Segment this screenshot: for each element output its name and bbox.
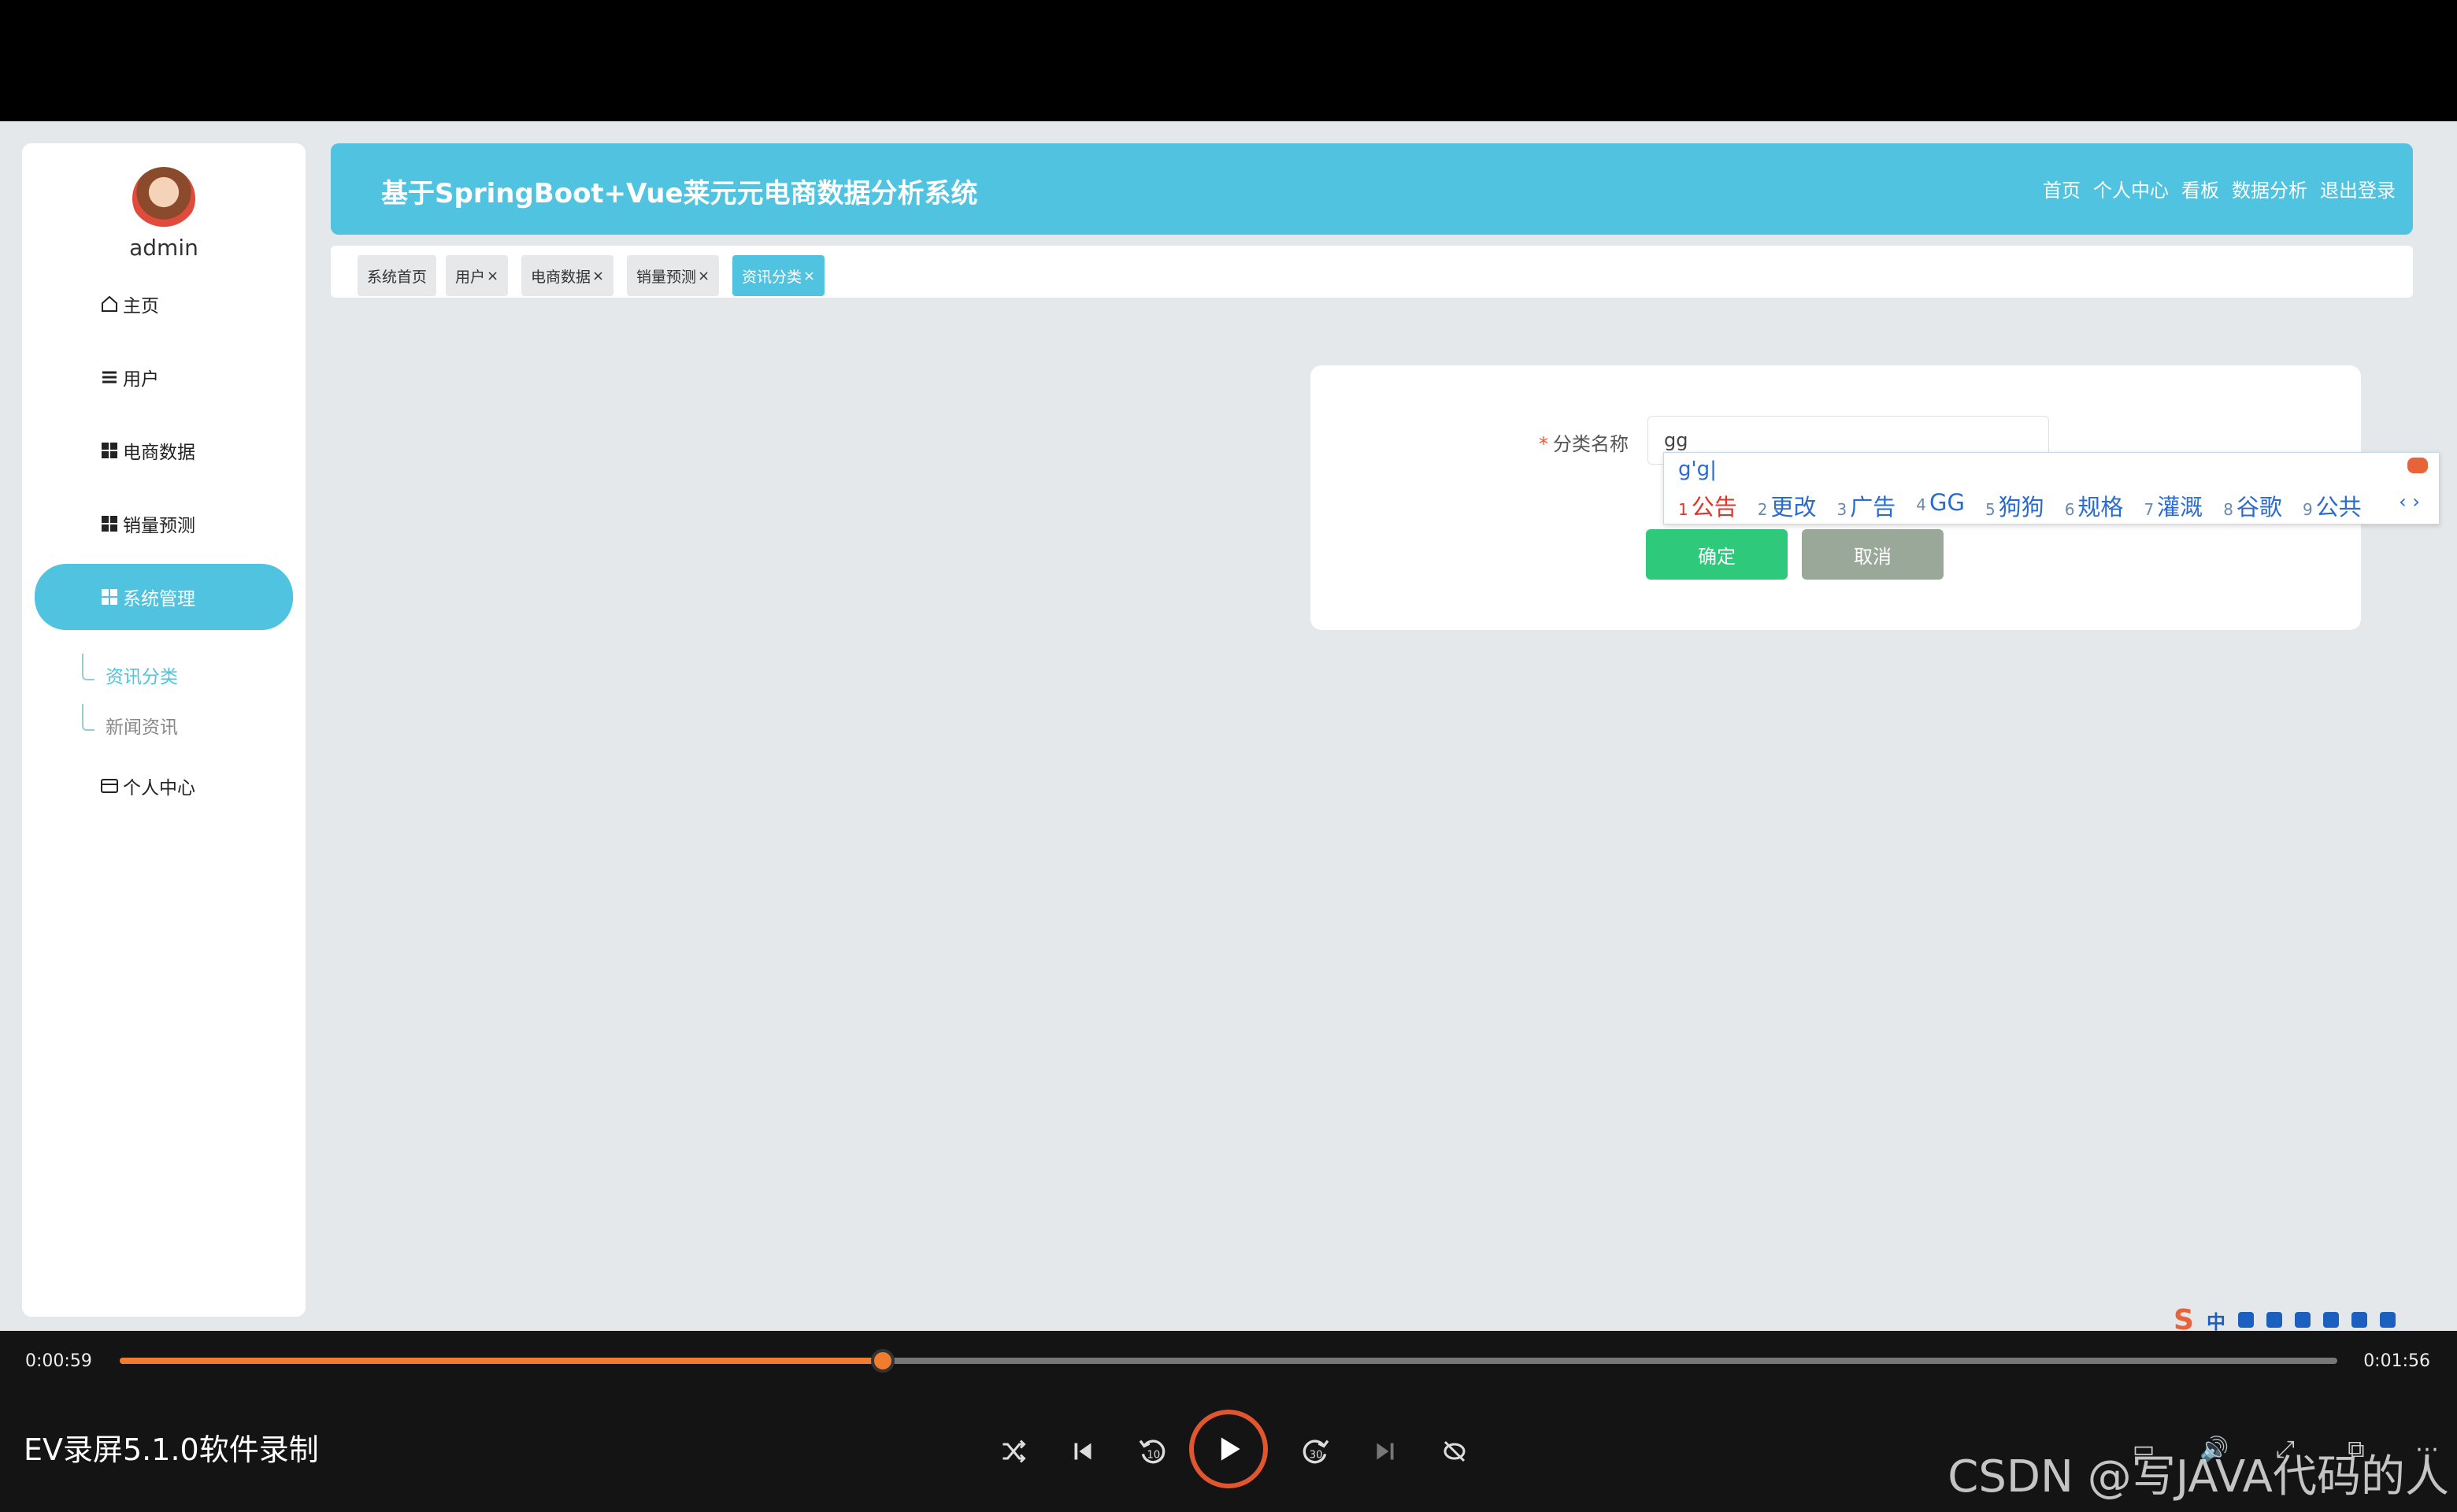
ime-candidate[interactable]: 1 公告 <box>1678 489 1737 522</box>
ime-composition: g'g| <box>1678 458 1717 481</box>
progress-track[interactable] <box>120 1349 2337 1373</box>
sidebar-subitem-news-category[interactable]: 资讯分类 <box>106 662 178 688</box>
page-title: 基于SpringBoot+Vue莱元元电商数据分析系统 <box>381 178 978 209</box>
header-nav: 首页 个人中心 看板 数据分析 退出登录 <box>2043 175 2396 202</box>
tab-label: 用户 <box>455 268 486 286</box>
nav-data-analysis[interactable]: 数据分析 <box>2232 175 2307 202</box>
moon-icon[interactable] <box>2237 1312 2254 1328</box>
ime-candidate[interactable]: 8 谷歌 <box>2223 489 2282 522</box>
shuffle-icon[interactable] <box>994 1432 1033 1471</box>
sidebar: admin 主页 用户 电商数据 销量预测 系统管理 资讯分类 新闻资讯 个人中… <box>22 143 306 1317</box>
sidebar-item-ecommerce-data[interactable]: 电商数据 <box>35 417 293 484</box>
sogou-logo-icon[interactable]: S <box>2174 1304 2194 1332</box>
sidebar-item-label: 个人中心 <box>123 778 195 799</box>
ime-candidate[interactable]: 9 公共 <box>2303 489 2362 522</box>
ime-candidate-list: 1 公告 2 更改 3 广告 4 GG 5 狗狗 6 规格 7 灌溉 8 谷歌 9 公共 <box>1678 489 2362 522</box>
close-icon[interactable]: × <box>592 268 604 284</box>
ime-candidate[interactable]: 4 GG <box>1916 489 1965 522</box>
player-title: EV录屏5.1.0软件录制 <box>24 1432 319 1467</box>
total-time: 0:01:56 <box>2363 1351 2430 1371</box>
nav-home[interactable]: 首页 <box>2043 175 2081 202</box>
ime-toolbar: S 中 <box>2174 1304 2457 1332</box>
loop-off-icon[interactable] <box>1435 1432 1474 1471</box>
grid-icon <box>99 513 120 534</box>
ime-candidate[interactable]: 6 规格 <box>2065 489 2124 522</box>
punctuation-icon[interactable] <box>2266 1312 2282 1328</box>
play-button[interactable] <box>1189 1410 1268 1488</box>
ime-page-arrows[interactable]: ‹ › <box>2399 491 2420 513</box>
input-value: gg <box>1664 429 1688 451</box>
forward-30-icon[interactable]: 30 <box>1296 1432 1336 1471</box>
sidebar-item-label: 主页 <box>123 296 159 317</box>
tab-label: 资讯分类 <box>742 268 802 286</box>
progress-fill <box>120 1358 883 1364</box>
sidebar-item-label: 销量预测 <box>123 516 195 536</box>
category-name-label: * 分类名称 <box>1539 428 1629 456</box>
cancel-button[interactable]: 取消 <box>1802 529 1944 580</box>
tab-label: 电商数据 <box>531 268 591 286</box>
tab-label: 销量预测 <box>636 268 697 286</box>
ime-candidate[interactable]: 2 更改 <box>1758 489 1817 522</box>
previous-icon[interactable] <box>1063 1432 1102 1471</box>
tree-connector <box>82 704 94 731</box>
sidebar-subitem-news[interactable]: 新闻资讯 <box>106 712 178 739</box>
sidebar-item-label: 用户 <box>123 369 159 390</box>
grid-icon <box>99 440 120 461</box>
ime-candidate[interactable]: 3 广告 <box>1837 489 1896 522</box>
ime-language-toggle[interactable]: 中 <box>2207 1306 2225 1332</box>
video-letterbox-top <box>0 0 2457 121</box>
label-text: 分类名称 <box>1553 433 1629 455</box>
sidebar-item-users[interactable]: 用户 <box>35 344 293 410</box>
svg-text:10: 10 <box>1147 1449 1160 1461</box>
tree-connector <box>82 654 94 680</box>
top-header: 基于SpringBoot+Vue莱元元电商数据分析系统 首页 个人中心 看板 数… <box>331 143 2413 235</box>
sidebar-item-sales-forecast[interactable]: 销量预测 <box>35 491 293 557</box>
home-icon <box>99 294 120 314</box>
sidebar-item-home[interactable]: 主页 <box>35 271 293 337</box>
video-player: 0:00:59 0:01:56 EV录屏5.1.0软件录制 10 30 ▭ 🔊 … <box>0 1331 2457 1512</box>
sidebar-item-label: 系统管理 <box>123 589 195 610</box>
ime-candidate-window: g'g| 1 公告 2 更改 3 广告 4 GG 5 狗狗 6 规格 7 灌溉 8 谷歌 9 公共… <box>1663 452 2440 524</box>
sidebar-item-label: 电商数据 <box>123 443 195 463</box>
ime-candidate[interactable]: 7 灌溉 <box>2144 489 2203 522</box>
confirm-button[interactable]: 确定 <box>1646 529 1788 580</box>
ime-logo-icon <box>2407 458 2428 473</box>
microphone-icon[interactable] <box>2294 1312 2311 1328</box>
list-icon <box>99 367 120 387</box>
tab-users[interactable]: 用户 × <box>446 255 509 296</box>
sidebar-item-system-management[interactable]: 系统管理 <box>35 564 293 630</box>
tab-label: 系统首页 <box>367 268 428 286</box>
close-icon[interactable]: × <box>803 268 815 284</box>
tab-sales-forecast[interactable]: 销量预测 × <box>627 255 720 296</box>
username: admin <box>129 235 198 261</box>
required-mark: * <box>1539 433 1548 455</box>
card-icon <box>99 776 120 796</box>
rewind-10-icon[interactable]: 10 <box>1132 1432 1172 1471</box>
nav-logout[interactable]: 退出登录 <box>2320 175 2396 202</box>
progress-handle[interactable] <box>870 1349 895 1373</box>
skin-icon[interactable] <box>2379 1312 2396 1328</box>
nav-personal-center[interactable]: 个人中心 <box>2093 175 2169 202</box>
svg-text:30: 30 <box>1310 1449 1323 1461</box>
close-icon[interactable]: × <box>698 268 710 284</box>
tab-system-home[interactable]: 系统首页 <box>358 255 437 296</box>
sidebar-item-personal-center[interactable]: 个人中心 <box>35 753 293 819</box>
keyboard-icon[interactable] <box>2322 1312 2339 1328</box>
next-icon[interactable] <box>1366 1432 1405 1471</box>
app-window: admin 主页 用户 电商数据 销量预测 系统管理 资讯分类 新闻资讯 个人中… <box>0 121 2457 1331</box>
user-icon[interactable] <box>2351 1312 2367 1328</box>
current-time: 0:00:59 <box>25 1351 92 1371</box>
close-icon[interactable]: × <box>487 268 498 284</box>
tab-news-category[interactable]: 资讯分类 × <box>732 255 825 296</box>
watermark: CSDN @写JAVA代码的人 <box>1947 1451 2449 1503</box>
nav-dashboard[interactable]: 看板 <box>2181 175 2219 202</box>
avatar[interactable] <box>132 167 195 230</box>
tab-ecommerce-data[interactable]: 电商数据 × <box>521 255 614 296</box>
ime-candidate[interactable]: 5 狗狗 <box>1985 489 2044 522</box>
grid-icon <box>99 587 120 607</box>
tab-bar: 系统首页 用户 × 电商数据 × 销量预测 × 资讯分类 × <box>331 246 2413 298</box>
